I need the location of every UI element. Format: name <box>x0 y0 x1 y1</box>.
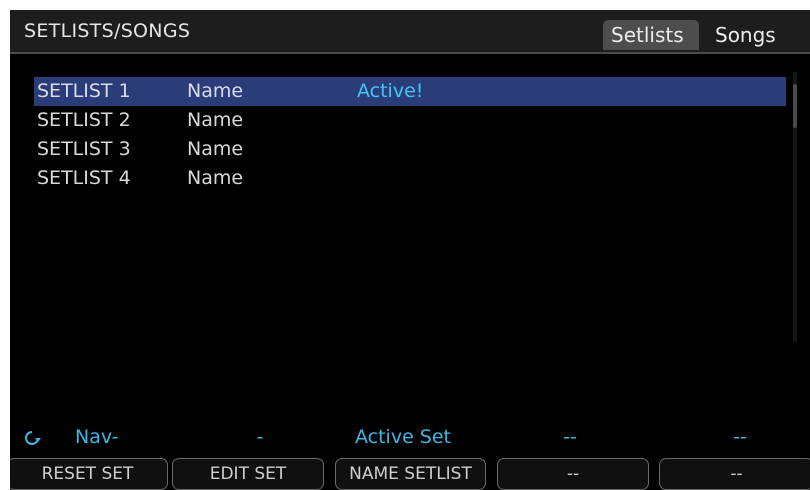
header-bar: SETLISTS/SONGS Setlists Songs <box>10 10 810 54</box>
setlist-name: Name <box>187 109 244 131</box>
setlist-name: Name <box>187 80 244 102</box>
setlist-label: SETLIST 4 <box>37 167 131 189</box>
softkey-4-button[interactable]: -- <box>497 458 649 490</box>
setlist-row-2[interactable]: SETLIST 2 Name <box>34 106 786 135</box>
setlist-list: SETLIST 1 Name Active! SETLIST 2 Name SE… <box>34 77 786 193</box>
softkey-bar: RESET SET EDIT SET NAME SETLIST -- -- <box>10 458 810 490</box>
tab-songs[interactable]: Songs <box>707 20 789 50</box>
page-title: SETLISTS/SONGS <box>24 20 191 42</box>
rotary-knob-icon <box>22 427 42 447</box>
setlist-name: Name <box>187 167 244 189</box>
knob-info-bar: Nav- - Active Set -- -- <box>10 422 810 452</box>
info-nav: Nav- <box>75 426 119 448</box>
setlist-row-1[interactable]: SETLIST 1 Name Active! <box>34 77 786 106</box>
info-knob-2: - <box>256 426 264 448</box>
setlist-row-4[interactable]: SETLIST 4 Name <box>34 164 786 193</box>
setlist-row-3[interactable]: SETLIST 3 Name <box>34 135 786 164</box>
softkey-5-button[interactable]: -- <box>659 458 810 490</box>
reset-set-button[interactable]: RESET SET <box>10 458 168 490</box>
scrollbar-thumb[interactable] <box>793 84 797 128</box>
info-knob-5: -- <box>733 426 747 448</box>
setlist-label: SETLIST 2 <box>37 109 131 131</box>
tab-setlists[interactable]: Setlists <box>603 20 699 50</box>
setlist-status: Active! <box>357 80 424 102</box>
name-setlist-button[interactable]: NAME SETLIST <box>335 458 486 490</box>
setlist-label: SETLIST 1 <box>37 80 131 102</box>
edit-set-button[interactable]: EDIT SET <box>172 458 324 490</box>
setlists-songs-screen: SETLISTS/SONGS Setlists Songs SETLIST 1 … <box>10 10 810 490</box>
setlist-name: Name <box>187 138 244 160</box>
info-knob-4: -- <box>563 426 577 448</box>
info-active-set: Active Set <box>355 426 452 448</box>
setlist-label: SETLIST 3 <box>37 138 131 160</box>
